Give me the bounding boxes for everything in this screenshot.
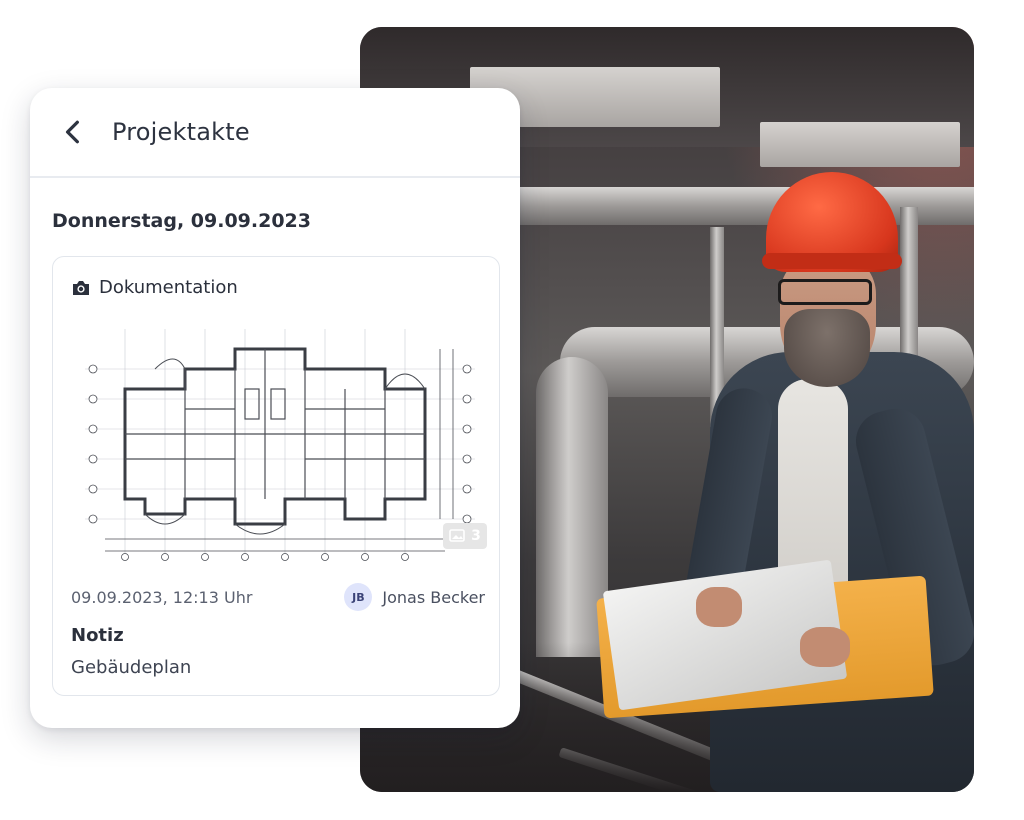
image-count-badge[interactable]: 3 — [443, 523, 487, 549]
documentation-entry[interactable]: Dokumentation 3 09.09.2023, 12:13 Uhr JB… — [52, 256, 500, 696]
chevron-left-icon[interactable] — [60, 119, 86, 145]
worker-hand — [800, 627, 850, 667]
worker-glasses — [778, 279, 872, 305]
entry-meta: 09.09.2023, 12:13 Uhr JB Jonas Becker — [71, 583, 485, 611]
worker-beard — [784, 309, 870, 387]
page-title: Projektakte — [112, 118, 250, 146]
floor-plan-image[interactable] — [85, 329, 475, 561]
ventilation-box — [760, 122, 960, 167]
card-header: Projektakte — [30, 88, 520, 178]
images-icon — [449, 529, 465, 542]
entry-timestamp: 09.09.2023, 12:13 Uhr — [71, 587, 253, 607]
avatar: JB — [344, 583, 373, 611]
entry-header: Dokumentation — [71, 277, 238, 298]
entry-type-label: Dokumentation — [99, 277, 238, 298]
note-text: Gebäudeplan — [71, 657, 192, 678]
hard-hat-brim — [762, 253, 902, 269]
worker-hand — [696, 587, 742, 627]
entry-author: JB Jonas Becker — [344, 583, 485, 611]
pipe — [900, 207, 918, 367]
project-file-card: Projektakte Donnerstag, 09.09.2023 Dokum… — [30, 88, 520, 728]
image-count: 3 — [471, 528, 481, 544]
floor-plan-drawing — [85, 329, 475, 561]
note-label: Notiz — [71, 625, 124, 646]
date-heading: Donnerstag, 09.09.2023 — [52, 210, 311, 232]
author-name: Jonas Becker — [382, 587, 485, 607]
camera-icon — [73, 280, 89, 295]
